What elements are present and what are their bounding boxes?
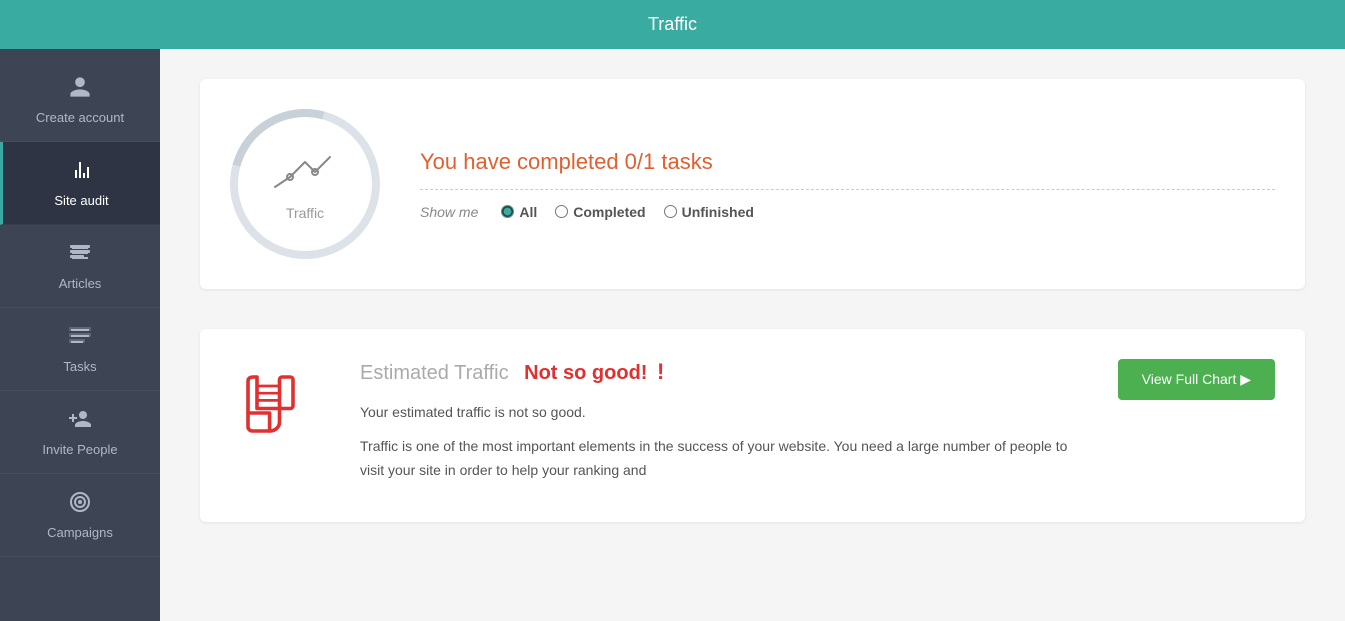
filter-all-label[interactable]: All — [501, 204, 537, 220]
invite-icon — [68, 407, 92, 437]
page-title: Traffic — [648, 14, 697, 34]
circle-label: Traffic — [286, 205, 324, 221]
sidebar-item-tasks[interactable]: Tasks — [0, 308, 160, 391]
task-section: Traffic You have completed 0/1 tasks Sho… — [200, 79, 1305, 289]
filter-completed-label[interactable]: Completed — [555, 204, 645, 220]
filter-all-text: All — [519, 204, 537, 220]
sidebar-label-site-audit: Site audit — [54, 193, 108, 208]
thumbs-down-icon — [230, 359, 320, 449]
filter-unfinished-label[interactable]: Unfinished — [664, 204, 754, 220]
sidebar-item-invite-people[interactable]: Invite People — [0, 391, 160, 474]
traffic-title-text: Estimated Traffic — [360, 362, 509, 384]
filter-unfinished-radio[interactable] — [664, 205, 677, 218]
task-title: You have completed 0/1 tasks — [420, 149, 1275, 175]
traffic-title: Estimated Traffic Not so good! ! — [360, 359, 1078, 385]
articles-icon — [68, 241, 92, 271]
person-icon — [68, 75, 92, 105]
traffic-exclaim: ! — [657, 359, 664, 384]
show-me-label: Show me — [420, 204, 478, 220]
filter-completed-radio[interactable] — [555, 205, 568, 218]
sidebar-label-campaigns: Campaigns — [47, 525, 113, 540]
sidebar-label-invite-people: Invite People — [42, 442, 117, 457]
traffic-status: Not so good! — [524, 362, 647, 384]
task-divider — [420, 189, 1275, 190]
filter-unfinished-text: Unfinished — [682, 204, 754, 220]
task-info: You have completed 0/1 tasks Show me All… — [420, 149, 1275, 220]
thumbs-down-container — [230, 359, 320, 454]
cta-container: View Full Chart ▶ — [1118, 359, 1275, 400]
traffic-desc-2: Traffic is one of the most important ele… — [360, 435, 1078, 483]
sidebar-item-campaigns[interactable]: Campaigns — [0, 474, 160, 557]
tasks-icon — [68, 324, 92, 354]
page-header: Traffic — [0, 0, 1345, 49]
content-area: Traffic You have completed 0/1 tasks Sho… — [160, 49, 1345, 621]
view-full-chart-button[interactable]: View Full Chart ▶ — [1118, 359, 1275, 400]
sidebar-label-articles: Articles — [59, 276, 102, 291]
traffic-description: Your estimated traffic is not so good. T… — [360, 401, 1078, 482]
sidebar: Create account Site audit Articles — [0, 49, 160, 621]
traffic-info: Estimated Traffic Not so good! ! Your es… — [360, 359, 1078, 492]
traffic-line-chart — [270, 147, 340, 197]
main-layout: Create account Site audit Articles — [0, 49, 1345, 621]
traffic-desc-1: Your estimated traffic is not so good. — [360, 401, 1078, 425]
bar-chart-icon — [70, 158, 94, 188]
sidebar-item-create-account[interactable]: Create account — [0, 59, 160, 142]
filter-completed-text: Completed — [573, 204, 645, 220]
filter-row: Show me All Completed Unfinished — [420, 204, 1275, 220]
sidebar-label-tasks: Tasks — [63, 359, 96, 374]
traffic-circle-icon: Traffic — [230, 109, 380, 259]
sidebar-item-articles[interactable]: Articles — [0, 225, 160, 308]
traffic-section: Estimated Traffic Not so good! ! Your es… — [200, 329, 1305, 522]
sidebar-item-site-audit[interactable]: Site audit — [0, 142, 160, 225]
filter-all-radio[interactable] — [501, 205, 514, 218]
campaigns-icon — [68, 490, 92, 520]
sidebar-label-create-account: Create account — [36, 110, 124, 125]
